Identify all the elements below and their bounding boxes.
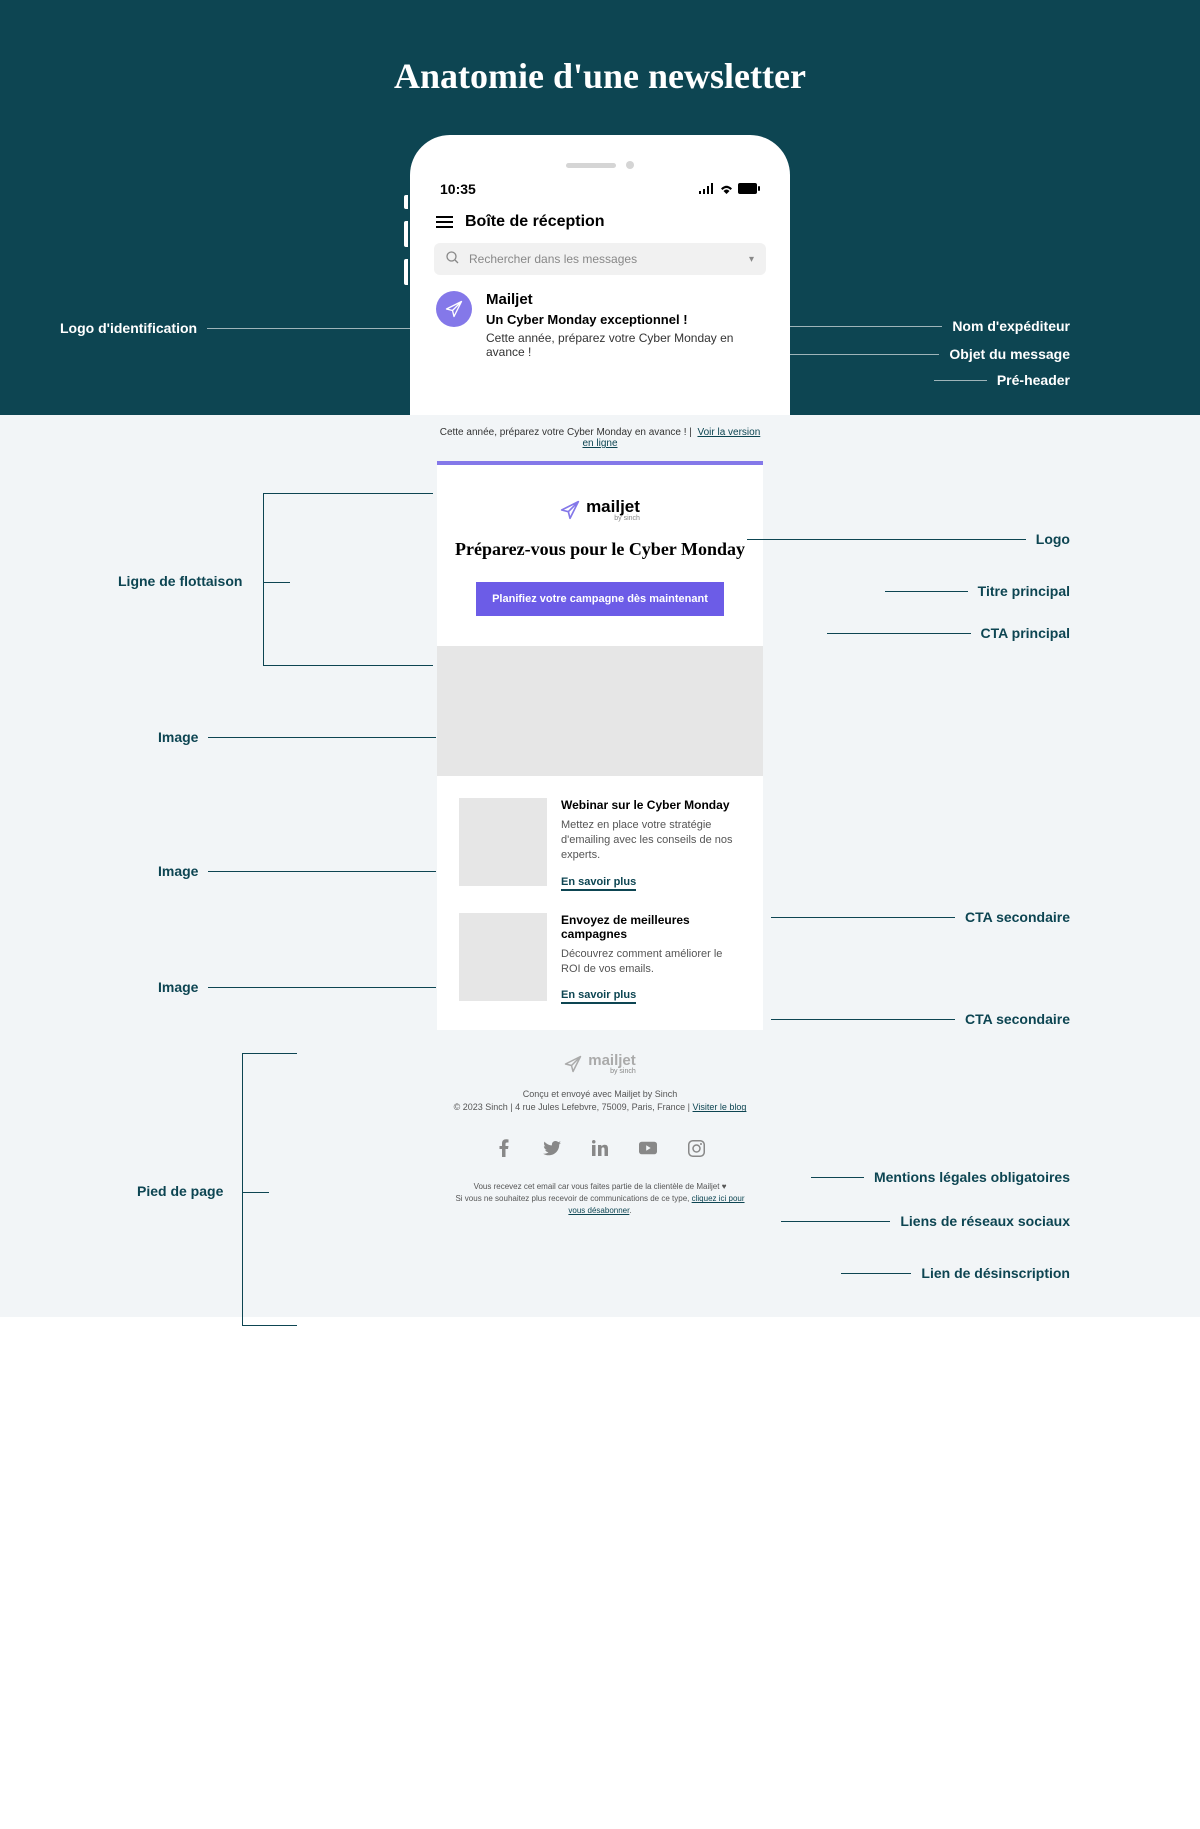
annotation-subject: Objet du message bbox=[771, 346, 1070, 362]
annotation-image-1: Image bbox=[158, 863, 436, 879]
inbox-title: Boîte de réception bbox=[465, 213, 605, 231]
instagram-icon[interactable] bbox=[687, 1139, 705, 1157]
mailjet-logo: mailjet by sinch bbox=[560, 497, 640, 522]
search-icon bbox=[446, 251, 459, 267]
annotation-cta-secondary-1: CTA secondaire bbox=[771, 909, 1070, 925]
annotation-logo-id: Logo d'identification bbox=[60, 320, 420, 336]
secondary-cta-link[interactable]: En savoir plus bbox=[561, 989, 636, 1004]
annotation-fold: Ligne de flottaison bbox=[118, 573, 242, 589]
annotation-logo: Logo bbox=[747, 531, 1070, 547]
dropdown-caret-icon: ▾ bbox=[749, 254, 754, 265]
annotation-legal: Mentions légales obligatoires bbox=[811, 1169, 1070, 1185]
facebook-icon[interactable] bbox=[495, 1139, 513, 1157]
footer-line-1: Conçu et envoyé avec Mailjet by Sinch bbox=[447, 1089, 753, 1099]
youtube-icon[interactable] bbox=[639, 1139, 657, 1157]
newsletter-h1: Préparez-vous pour le Cyber Monday bbox=[437, 539, 763, 560]
annotation-unsub: Lien de désinscription bbox=[841, 1265, 1070, 1281]
annotation-image-hero: Image bbox=[158, 729, 436, 745]
annotation-footer: Pied de page bbox=[137, 1183, 223, 1199]
article-image-placeholder bbox=[459, 798, 547, 886]
primary-cta-button[interactable]: Planifiez votre campagne dès maintenant bbox=[476, 582, 724, 616]
top-line: Cette année, préparez votre Cyber Monday… bbox=[437, 415, 763, 461]
linkedin-icon[interactable] bbox=[591, 1139, 609, 1157]
unsubscribe-text: Vous recevez cet email car vous faites p… bbox=[447, 1181, 753, 1237]
email-preheader: Cette année, préparez votre Cyber Monday… bbox=[486, 331, 764, 359]
signal-icon bbox=[699, 181, 715, 197]
article-title: Webinar sur le Cyber Monday bbox=[561, 798, 741, 812]
hero-image-placeholder bbox=[437, 646, 763, 776]
annotation-cta-primary: CTA principal bbox=[827, 625, 1070, 641]
annotation-sender-name: Nom d'expéditeur bbox=[654, 318, 1070, 334]
blog-link[interactable]: Visiter le blog bbox=[693, 1102, 747, 1112]
newsletter: Cette année, préparez votre Cyber Monday… bbox=[437, 415, 763, 1237]
wifi-icon bbox=[719, 181, 734, 197]
article-title: Envoyez de meilleures campagnes bbox=[561, 913, 741, 941]
search-placeholder: Rechercher dans les messages bbox=[469, 252, 739, 266]
sender-avatar-icon bbox=[436, 291, 472, 327]
newsletter-footer: mailjet by sinch Conçu et envoyé avec Ma… bbox=[437, 1030, 763, 1237]
annotation-social: Liens de réseaux sociaux bbox=[781, 1213, 1070, 1229]
annotation-image-2: Image bbox=[158, 979, 436, 995]
search-input[interactable]: Rechercher dans les messages ▾ bbox=[434, 243, 766, 275]
annotation-preheader: Pré-header bbox=[934, 372, 1070, 388]
twitter-icon[interactable] bbox=[543, 1139, 561, 1157]
phone-time: 10:35 bbox=[440, 181, 476, 197]
page-title: Anatomie d'une newsletter bbox=[0, 0, 1200, 97]
article-text: Mettez en place votre stratégie d'emaili… bbox=[561, 818, 741, 864]
annotation-cta-secondary-2: CTA secondaire bbox=[771, 1011, 1070, 1027]
email-sender: Mailjet bbox=[486, 291, 764, 308]
battery-icon bbox=[738, 181, 760, 197]
footer-line-2: © 2023 Sinch | 4 rue Jules Lefebvre, 750… bbox=[447, 1102, 753, 1112]
article-image-placeholder bbox=[459, 913, 547, 1001]
article-text: Découvrez comment améliorer le ROI de vo… bbox=[561, 947, 741, 978]
annotation-title: Titre principal bbox=[885, 583, 1070, 599]
phone-frame: 10:35 Boîte de réception Rechercher dans… bbox=[410, 135, 790, 415]
secondary-cta-link[interactable]: En savoir plus bbox=[561, 876, 636, 891]
footer-mailjet-logo: mailjet by sinch bbox=[564, 1052, 636, 1075]
hamburger-icon[interactable] bbox=[436, 216, 453, 228]
